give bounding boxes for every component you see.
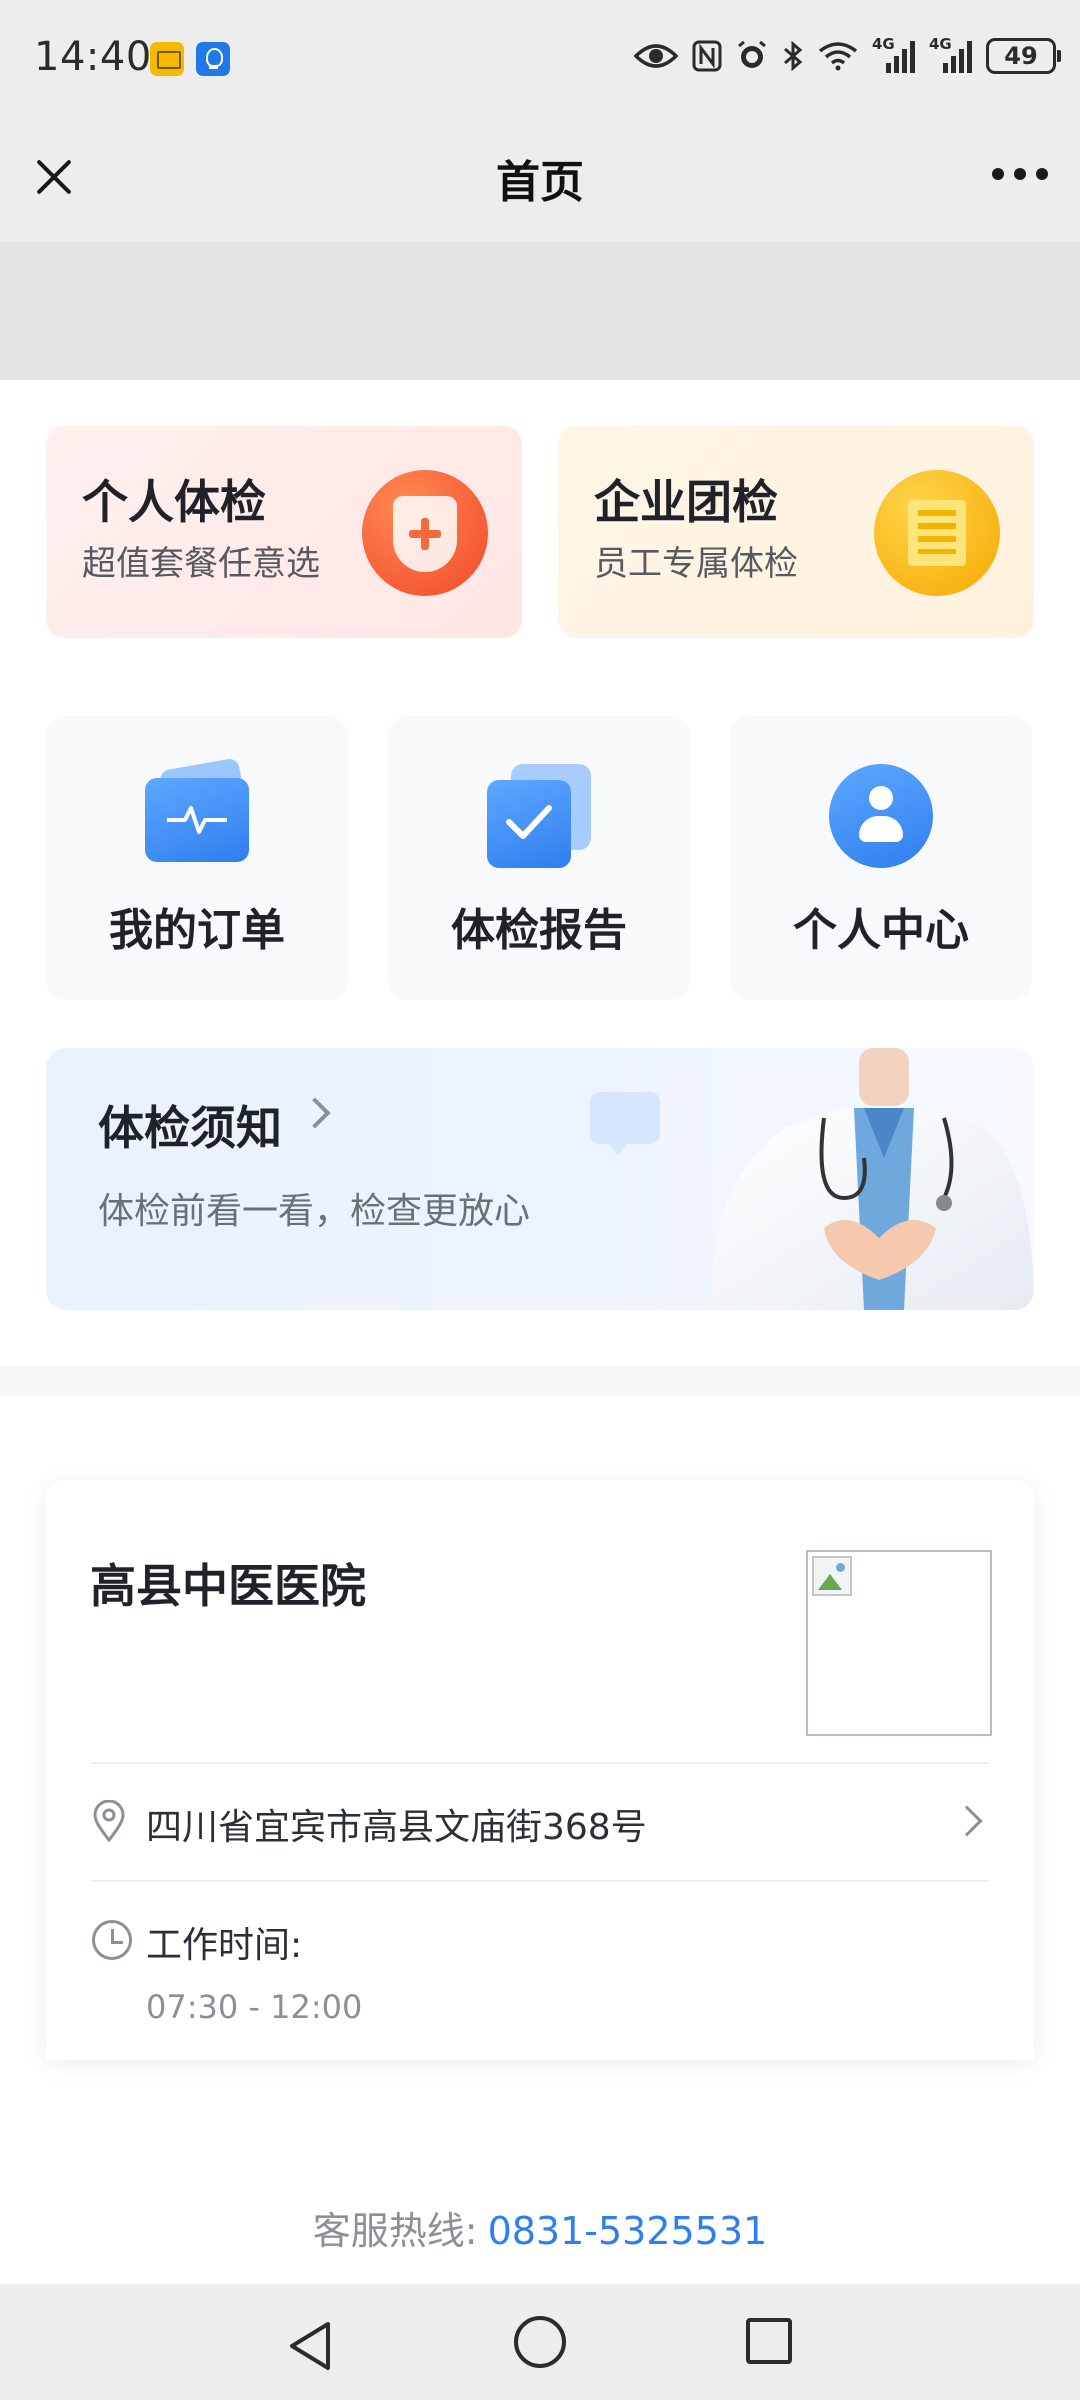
tile-label: 个人中心 — [793, 905, 969, 956]
checkup-notice-banner[interactable]: 体检须知 体检前看一看，检查更放心 — [46, 1048, 1034, 1310]
card-subtitle: 超值套餐任意选 — [82, 544, 320, 584]
signal-icon: 4G — [872, 35, 915, 73]
status-time: 14:40 — [34, 34, 152, 80]
section-divider — [0, 1366, 1080, 1396]
hotline-label: 客服热线: — [312, 2209, 478, 2253]
recent-apps-icon[interactable] — [746, 2318, 792, 2364]
nav-bar: 首页 — [0, 118, 1080, 242]
battery-icon: 49 — [986, 38, 1061, 74]
doctor-illustration — [712, 1048, 1034, 1310]
location-pin-icon — [93, 1800, 125, 1842]
mail-notification-icon — [150, 42, 184, 76]
system-nav-bar — [0, 2284, 1080, 2400]
my-orders-tile[interactable]: 我的订单 — [46, 716, 348, 1000]
more-icon[interactable] — [992, 168, 1048, 182]
work-time-label: 工作时间: — [146, 1925, 303, 1966]
battery-level: 49 — [1004, 42, 1038, 70]
personal-center-tile[interactable]: 个人中心 — [730, 716, 1032, 1000]
signal-icon: 4G — [929, 35, 972, 73]
hospital-card: 高县中医医院 四川省宜宾市高县文庙街368号 工作时间: 07:30 - 12:… — [46, 1480, 1034, 2060]
status-bar: 14:40 4G 4G 49 — [0, 0, 1080, 118]
customer-hotline: 客服热线: 0831-5325531 — [0, 2200, 1080, 2255]
notice-title: 体检须知 — [98, 1101, 282, 1155]
hospital-image — [806, 1550, 992, 1736]
card-title: 个人体检 — [82, 475, 266, 529]
person-icon — [829, 764, 933, 868]
page-title: 首页 — [496, 157, 584, 208]
signal-label: 4G — [929, 35, 952, 53]
notice-subtitle: 体检前看一看，检查更放心 — [98, 1191, 531, 1232]
bulb-notification-icon — [196, 42, 230, 76]
card-title: 企业团检 — [594, 475, 778, 529]
divider — [90, 1762, 990, 1764]
shield-plus-icon — [362, 470, 488, 596]
home-icon[interactable] — [514, 2316, 566, 2368]
signal-label: 4G — [872, 35, 895, 53]
hotline-number[interactable]: 0831-5325531 — [488, 2209, 768, 2253]
wifi-icon — [818, 42, 858, 71]
eye-icon — [634, 44, 678, 68]
back-icon[interactable] — [286, 2320, 334, 2372]
nfc-icon — [692, 40, 722, 72]
hospital-address[interactable]: 四川省宜宾市高县文庙街368号 — [146, 1798, 647, 1850]
order-icon — [145, 757, 249, 868]
status-icons: 4G 4G 49 — [634, 34, 1061, 78]
work-time-value: 07:30 - 12:00 — [146, 1988, 363, 2026]
chat-bubble-icon — [590, 1092, 660, 1156]
card-subtitle: 员工专属体检 — [594, 544, 798, 584]
banner-placeholder — [0, 242, 1080, 380]
company-checkup-card[interactable]: 企业团检 员工专属体检 — [558, 426, 1034, 638]
bluetooth-icon — [784, 40, 803, 72]
broken-image-icon — [812, 1556, 852, 1596]
alarm-icon — [738, 40, 766, 68]
personal-checkup-card[interactable]: 个人体检 超值套餐任意选 — [46, 426, 522, 638]
chevron-right-icon — [299, 1097, 331, 1129]
checkup-report-tile[interactable]: 体检报告 — [388, 716, 690, 1000]
chevron-right-icon[interactable] — [951, 1805, 983, 1837]
building-icon — [874, 470, 1000, 596]
report-check-icon — [487, 764, 591, 868]
hospital-name: 高县中医医院 — [90, 1559, 366, 1613]
clock-icon — [92, 1920, 132, 1960]
divider — [90, 1880, 990, 1882]
tile-label: 体检报告 — [451, 905, 627, 956]
tile-label: 我的订单 — [109, 905, 285, 956]
